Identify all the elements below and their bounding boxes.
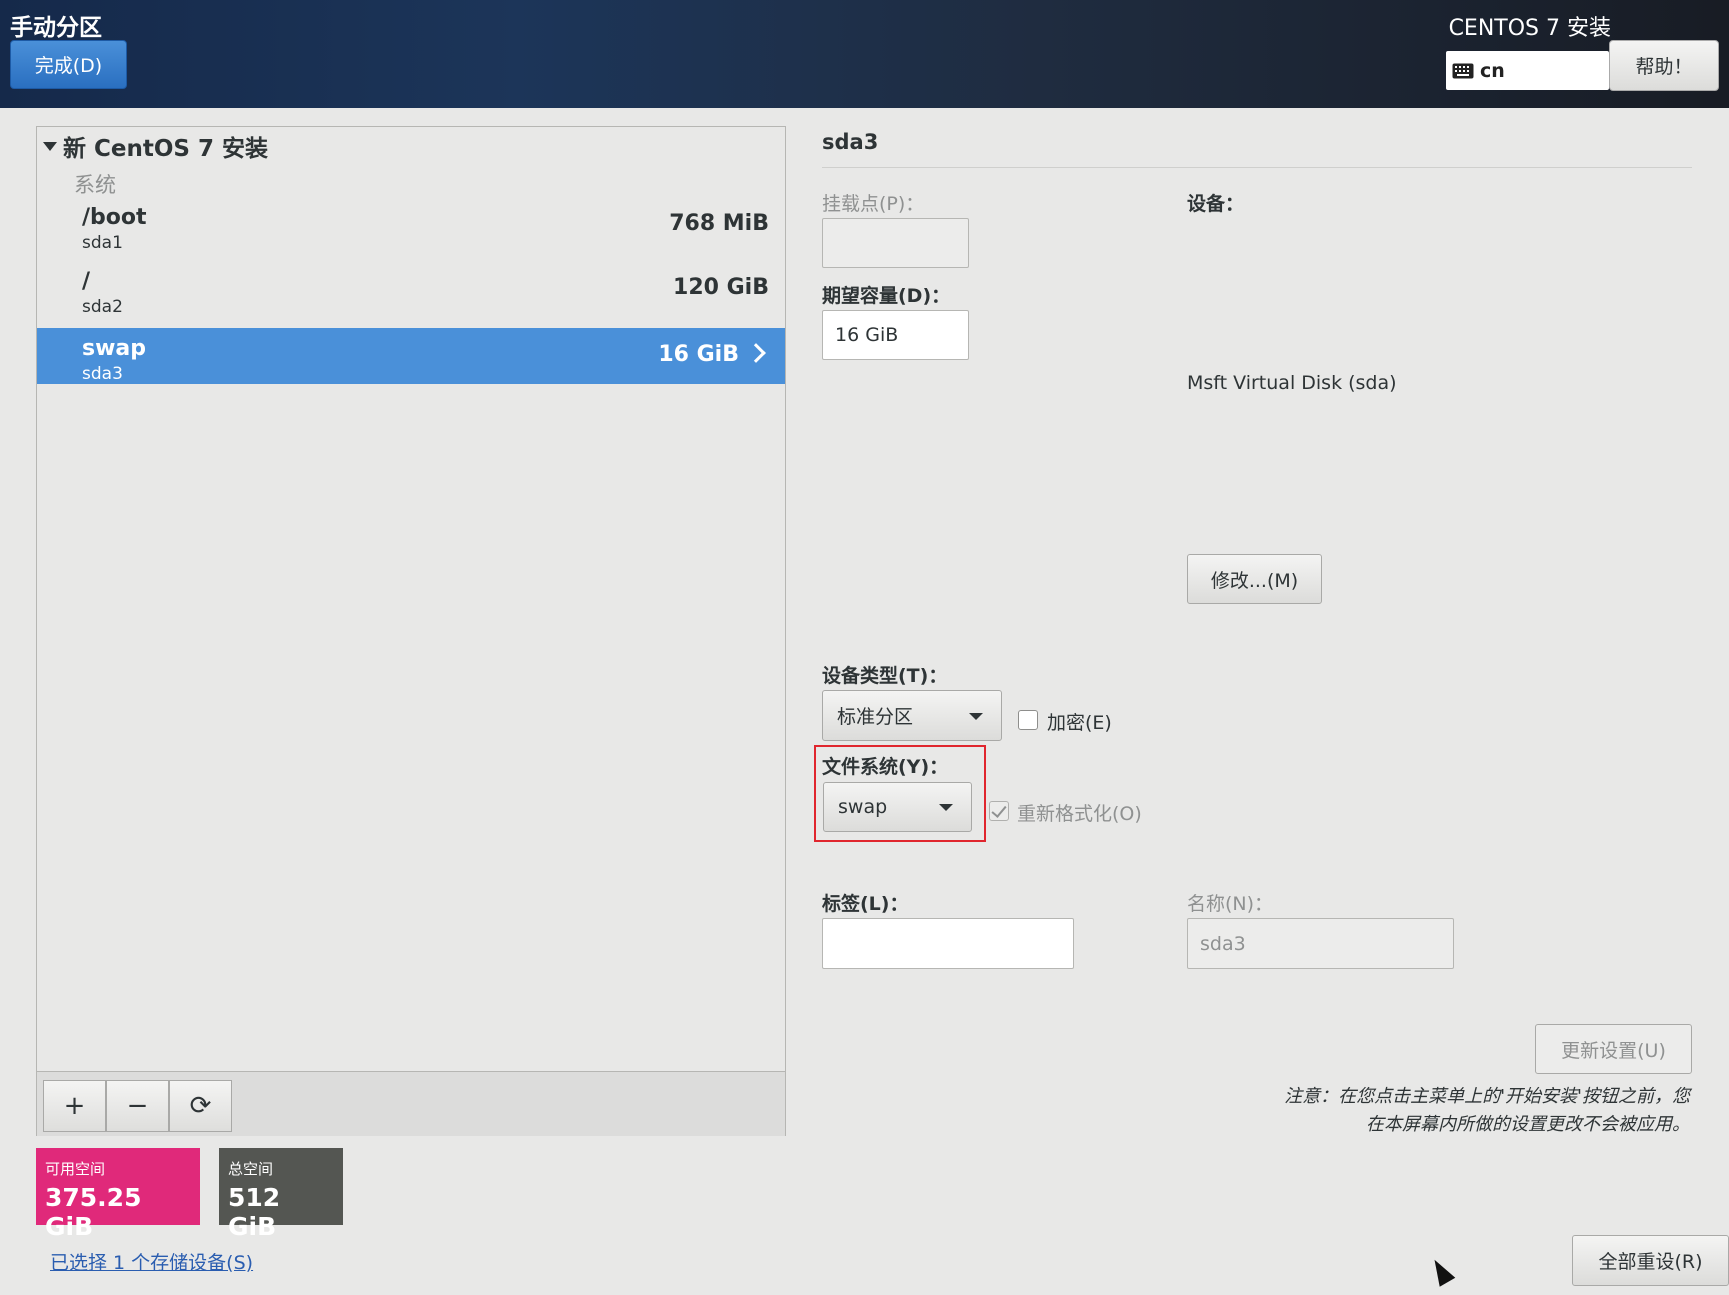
filesystem-value: swap	[838, 796, 888, 818]
total-space-label: 总空间	[228, 1160, 274, 1178]
product-title: CENTOS 7 安装	[1448, 16, 1611, 41]
total-space-box: 总空间 512 GiB	[219, 1148, 343, 1241]
partition-row-swap[interactable]: swap sda3 16 GiB	[37, 328, 785, 384]
partition-size: 768 MiB	[669, 211, 769, 236]
help-button[interactable]: 帮助！	[1609, 40, 1719, 91]
encrypt-label: 加密(E)	[1047, 712, 1112, 734]
reset-all-button[interactable]: 全部重设(R)	[1572, 1235, 1729, 1286]
device-value: Msft Virtual Disk (sda)	[1187, 372, 1397, 394]
name-label: 名称(N)：	[1187, 893, 1274, 915]
header-bar: 手动分区 完成(D) CENTOS 7 安装 cn 帮助！	[0, 0, 1729, 108]
partition-row-boot[interactable]: /boot sda1 768 MiB	[37, 197, 785, 253]
tag-label: 标签(L)：	[822, 893, 909, 915]
reformat-checkbox[interactable]	[989, 801, 1009, 821]
remove-partition-button[interactable]: −	[106, 1080, 169, 1132]
mount-point-label: 挂载点(P)：	[822, 193, 925, 215]
partition-device: sda1	[82, 233, 123, 253]
chevron-right-icon	[746, 343, 766, 363]
filesystem-label: 文件系统(Y)：	[822, 756, 949, 778]
partition-size: 16 GiB	[658, 342, 739, 367]
keyboard-layout-indicator[interactable]: cn	[1446, 51, 1609, 90]
device-type-label: 设备类型(T)：	[822, 665, 948, 687]
dropdown-arrow-icon	[969, 712, 983, 720]
dropdown-arrow-icon	[939, 804, 953, 811]
available-space-box: 可用空间 375.25 GiB	[36, 1148, 200, 1241]
encrypt-checkbox[interactable]	[1018, 710, 1038, 730]
available-space-label: 可用空间	[45, 1160, 106, 1178]
available-space-value: 375.25 GiB	[45, 1183, 142, 1241]
partition-mount-point: /	[82, 269, 91, 294]
installation-tree-label: 新 CentOS 7 安装	[63, 136, 268, 162]
refresh-icon[interactable]: ⟳	[169, 1080, 232, 1132]
partition-size: 120 GiB	[673, 275, 769, 300]
partition-mount-point: swap	[82, 336, 147, 361]
notice-text: 注意：在您点击主菜单上的'开始安装'按钮之前，您 在本屏幕内所做的设置更改不会被…	[1150, 1083, 1690, 1139]
divider	[822, 167, 1692, 168]
device-label: 设备：	[1187, 193, 1245, 215]
reformat-label: 重新格式化(O)	[1017, 803, 1142, 825]
installation-tree-root[interactable]: 新 CentOS 7 安装	[43, 129, 268, 163]
keyboard-icon	[1452, 63, 1474, 78]
partition-mount-point: /boot	[82, 205, 147, 230]
name-input[interactable]: sda3	[1187, 918, 1454, 969]
partition-group-label: 系统	[74, 173, 116, 197]
partition-device: sda2	[82, 297, 123, 317]
partition-device: sda3	[82, 364, 123, 384]
selected-storage-link[interactable]: 已选择 1 个存储设备(S)	[50, 1248, 253, 1275]
modify-device-button[interactable]: 修改...(M)	[1187, 554, 1322, 604]
notice-line-2: 在本屏幕内所做的设置更改不会被应用。	[1366, 1114, 1690, 1135]
add-partition-button[interactable]: +	[43, 1080, 106, 1132]
checkmark-icon	[991, 802, 1007, 818]
expander-triangle-icon[interactable]	[43, 141, 57, 151]
desired-capacity-label: 期望容量(D)：	[822, 285, 951, 307]
keyboard-layout-label: cn	[1480, 59, 1505, 82]
total-space-value: 512 GiB	[228, 1183, 281, 1241]
tag-input[interactable]	[822, 918, 1074, 969]
mouse-cursor-icon	[1426, 1255, 1456, 1287]
update-settings-button[interactable]: 更新设置(U)	[1535, 1024, 1692, 1074]
filesystem-select[interactable]: swap	[823, 782, 972, 832]
device-type-value: 标准分区	[837, 706, 914, 728]
notice-line-1: 注意：在您点击主菜单上的'开始安装'按钮之前，您	[1284, 1086, 1690, 1107]
desired-capacity-input[interactable]: 16 GiB	[822, 310, 969, 360]
done-button[interactable]: 完成(D)	[10, 40, 127, 89]
partition-list-panel: 新 CentOS 7 安装 系统 /boot sda1 768 MiB / sd…	[36, 126, 786, 1136]
partition-toolbar: + − ⟳	[37, 1071, 785, 1136]
page-title: 手动分区	[10, 15, 102, 41]
device-type-select[interactable]: 标准分区	[822, 690, 1002, 741]
partition-row-root[interactable]: / sda2 120 GiB	[37, 261, 785, 317]
mount-point-input[interactable]	[822, 218, 969, 268]
partition-detail-title: sda3	[822, 130, 879, 154]
